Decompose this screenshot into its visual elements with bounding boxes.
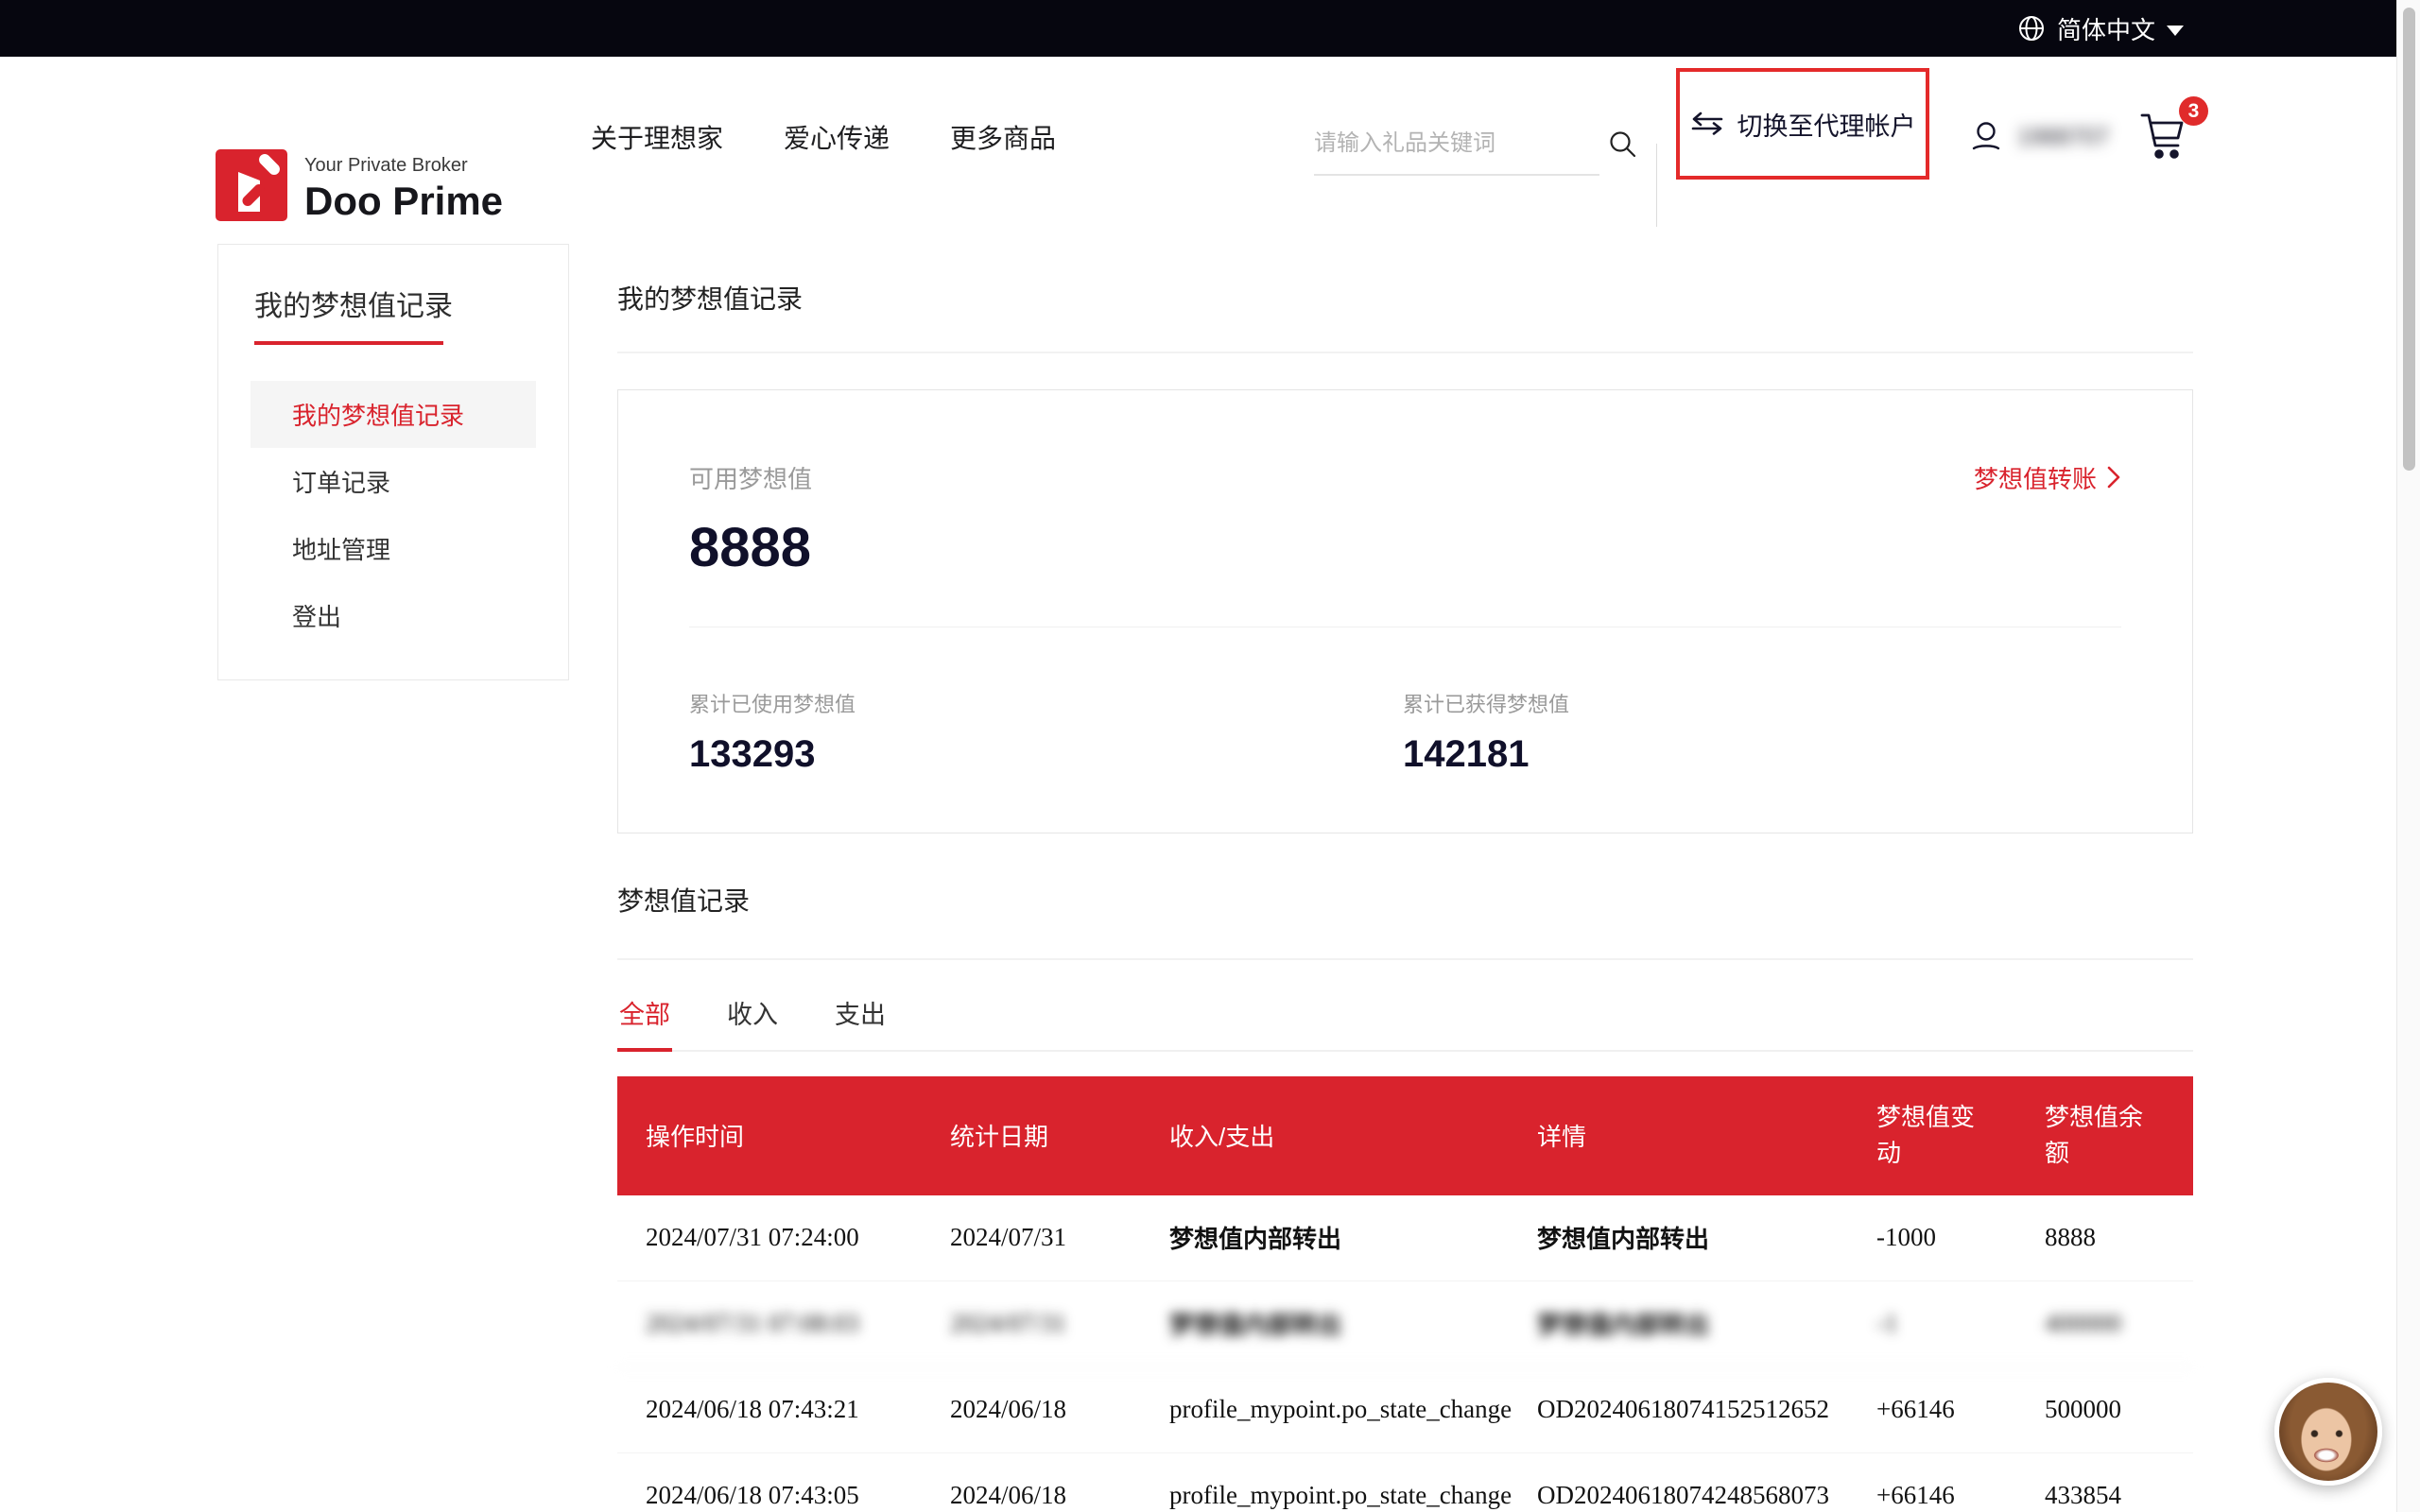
records-section-title: 梦想值记录 xyxy=(617,881,2193,919)
brand-text: Your Private Broker Doo Prime xyxy=(304,149,503,224)
cell-change: +66146 xyxy=(1876,1395,2045,1424)
used-points-value: 133293 xyxy=(689,733,1403,776)
cell-balance: 433854 xyxy=(2045,1481,2187,1510)
doo-prime-logo-icon xyxy=(216,149,287,221)
available-points-value: 8888 xyxy=(689,516,2121,579)
earned-points-value: 142181 xyxy=(1403,733,1569,776)
switch-account-highlight-box: 切换至代理帐户 xyxy=(1676,68,1929,180)
cart-count-badge: 3 xyxy=(2179,96,2208,126)
available-points-label: 可用梦想值 xyxy=(689,460,812,495)
nav-item-charity[interactable]: 爱心传递 xyxy=(784,118,890,156)
user-icon xyxy=(1968,119,2004,155)
nav-item-about[interactable]: 关于理想家 xyxy=(591,118,723,156)
cell-detail: OD20240618074248568073 xyxy=(1537,1481,1876,1510)
header-divider xyxy=(1656,144,1657,227)
cell-balance: 500000 xyxy=(2045,1395,2187,1424)
scrollbar-track[interactable] xyxy=(2396,0,2420,1512)
chevron-right-icon xyxy=(2106,465,2121,490)
table-row: 2024/06/18 07:43:21 2024/06/18 profile_m… xyxy=(617,1367,2193,1453)
page: 简体中文 Your Private Broker Doo Prime 关于理想家… xyxy=(0,0,2420,1512)
earned-points-stat: 累计已获得梦想值 142181 xyxy=(1403,688,1569,776)
cell-type: profile_mypoint.po_state_change xyxy=(1169,1395,1537,1424)
cell-change: -1000 xyxy=(1876,1223,2045,1252)
points-transfer-label: 梦想值转账 xyxy=(1974,460,2097,495)
col-stat-date: 统计日期 xyxy=(950,1118,1169,1153)
avatar[interactable] xyxy=(2274,1378,2382,1486)
cell-balance: 8888 xyxy=(2045,1223,2187,1252)
cell-time: 2024/06/18 07:43:05 xyxy=(646,1481,950,1510)
used-points-label: 累计已使用梦想值 xyxy=(689,688,1403,718)
globe-icon xyxy=(2017,14,2046,43)
tab-expense[interactable]: 支出 xyxy=(833,977,888,1050)
cell-detail: 梦想值内部转出 xyxy=(1537,1220,1876,1255)
points-transfer-link[interactable]: 梦想值转账 xyxy=(1974,460,2121,495)
tab-all[interactable]: 全部 xyxy=(617,977,672,1050)
sidebar-item-order-history[interactable]: 订单记录 xyxy=(251,448,536,515)
sidebar-title: 我的梦想值记录 xyxy=(254,283,568,324)
sidebar: 我的梦想值记录 我的梦想值记录 订单记录 地址管理 登出 xyxy=(217,244,569,680)
used-points-stat: 累计已使用梦想值 133293 xyxy=(689,688,1403,776)
cell-change: -1 xyxy=(1876,1309,2045,1338)
cell-detail: 梦想值内部转出 xyxy=(1537,1306,1876,1341)
search-input[interactable] xyxy=(1314,130,1607,157)
col-operation-time: 操作时间 xyxy=(646,1118,950,1153)
sidebar-item-logout[interactable]: 登出 xyxy=(251,582,536,649)
sidebar-item-my-dream-points[interactable]: 我的梦想值记录 xyxy=(251,381,536,448)
account-menu[interactable]: 1988707 xyxy=(1968,57,2109,217)
col-detail: 详情 xyxy=(1537,1118,1876,1153)
col-points-change: 梦想值变动 xyxy=(1876,1100,1994,1171)
gift-search xyxy=(1314,113,1599,176)
brand-name: Doo Prime xyxy=(304,179,503,224)
language-label: 简体中文 xyxy=(2057,11,2155,46)
cell-type: 梦想值内部转出 xyxy=(1169,1306,1537,1341)
tab-income[interactable]: 收入 xyxy=(725,977,780,1050)
col-income-expense: 收入/支出 xyxy=(1169,1118,1537,1153)
cell-date: 2024/07/31 xyxy=(950,1223,1169,1252)
records-divider xyxy=(617,958,2193,960)
topbar: 简体中文 xyxy=(0,0,2396,57)
cell-type: 梦想值内部转出 xyxy=(1169,1220,1537,1255)
main-nav: 关于理想家 爱心传递 更多商品 xyxy=(591,57,1056,217)
cart-button[interactable]: 3 xyxy=(2138,110,2195,170)
cell-time: 2024/06/18 07:43:21 xyxy=(646,1395,950,1424)
nav-item-more-products[interactable]: 更多商品 xyxy=(950,118,1056,156)
sidebar-menu: 我的梦想值记录 订单记录 地址管理 登出 xyxy=(218,381,568,649)
main-content: 我的梦想值记录 可用梦想值 梦想值转账 8888 累计已使用梦想值 133293 xyxy=(617,244,2193,1512)
sidebar-item-address-management[interactable]: 地址管理 xyxy=(251,515,536,582)
brand-logo[interactable]: Your Private Broker Doo Prime xyxy=(216,149,503,224)
dream-points-summary-card: 可用梦想值 梦想值转账 8888 累计已使用梦想值 133293 累计已获得梦想… xyxy=(617,389,2193,833)
cell-change: +66146 xyxy=(1876,1481,2045,1510)
table-row: 2024/07/31 07:24:00 2024/07/31 梦想值内部转出 梦… xyxy=(617,1195,2193,1281)
chevron-down-icon xyxy=(2167,26,2184,36)
swap-arrows-icon xyxy=(1690,112,1724,136)
username-masked: 1988707 xyxy=(2017,124,2109,151)
sidebar-title-underline xyxy=(254,341,443,345)
cell-date: 2024/06/18 xyxy=(950,1395,1169,1424)
cell-type: profile_mypoint.po_state_change xyxy=(1169,1481,1537,1510)
records-tabs: 全部 收入 支出 xyxy=(617,977,2193,1052)
switch-to-agent-label: 切换至代理帐户 xyxy=(1737,106,1916,143)
cell-date: 2024/06/18 xyxy=(950,1481,1169,1510)
table-row: 2024/06/18 07:43:05 2024/06/18 profile_m… xyxy=(617,1453,2193,1512)
brand-tagline: Your Private Broker xyxy=(304,155,503,177)
language-selector[interactable]: 简体中文 xyxy=(2017,0,2184,57)
scrollbar-thumb[interactable] xyxy=(2403,8,2415,471)
cell-balance: 400000 xyxy=(2045,1309,2187,1338)
cell-date: 2024/07/31 xyxy=(950,1309,1169,1338)
page-title: 我的梦想值记录 xyxy=(617,284,2193,316)
earned-points-label: 累计已获得梦想值 xyxy=(1403,688,1569,718)
title-divider xyxy=(617,352,2193,353)
search-icon[interactable] xyxy=(1607,129,1637,159)
col-points-balance: 梦想值余额 xyxy=(2045,1100,2162,1171)
table-header: 操作时间 统计日期 收入/支出 详情 梦想值变动 梦想值余额 xyxy=(617,1076,2193,1195)
site-header: Your Private Broker Doo Prime 关于理想家 爱心传递… xyxy=(0,57,2396,217)
cell-detail: OD20240618074152512652 xyxy=(1537,1395,1876,1424)
switch-to-agent-button[interactable]: 切换至代理帐户 xyxy=(1690,106,1916,143)
table-row-blurred: 2024/07/31 07:08:03 2024/07/31 梦想值内部转出 梦… xyxy=(617,1281,2193,1367)
cell-time: 2024/07/31 07:24:00 xyxy=(646,1223,950,1252)
cell-time: 2024/07/31 07:08:03 xyxy=(646,1309,950,1338)
